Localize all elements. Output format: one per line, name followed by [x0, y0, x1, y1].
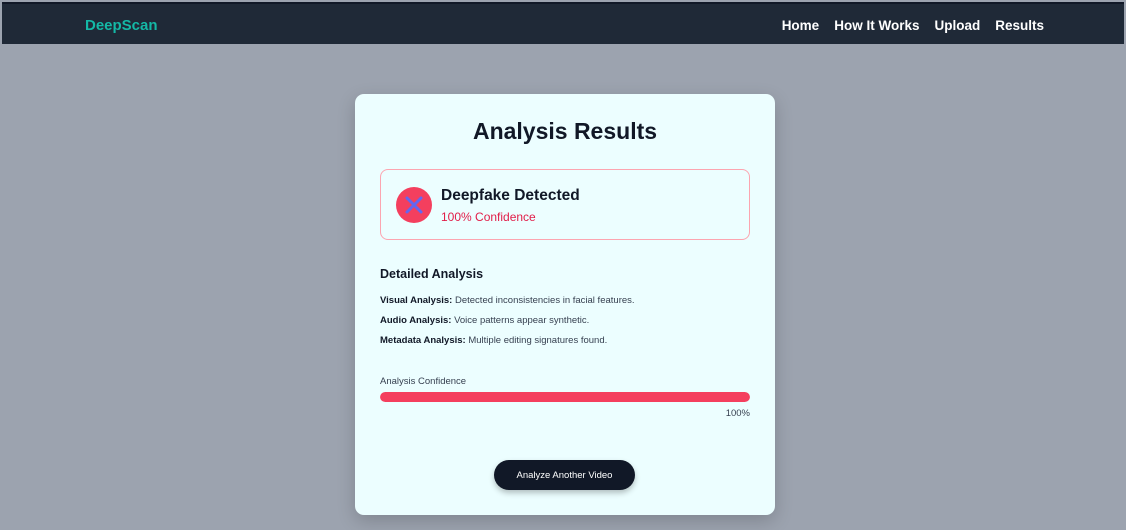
nav-link-home[interactable]: Home — [782, 18, 820, 33]
nav-link-results[interactable]: Results — [995, 18, 1044, 33]
detail-text: Detected inconsistencies in facial featu… — [454, 295, 635, 306]
x-icon — [396, 187, 432, 223]
result-confidence: 100% Confidence — [441, 210, 536, 224]
detail-label: Audio Analysis: — [380, 315, 452, 326]
nav-link-how-it-works[interactable]: How It Works — [834, 18, 919, 33]
result-title: Deepfake Detected — [441, 187, 580, 204]
results-card: Analysis Results Deepfake Detected 100% … — [355, 94, 775, 515]
analyze-another-video-button[interactable]: Analyze Another Video — [494, 460, 635, 490]
navbar: DeepScan Home How It Works Upload Result… — [2, 2, 1124, 44]
detail-row-audio: Audio Analysis: Voice patterns appear sy… — [380, 315, 589, 326]
page-title: Analysis Results — [472, 118, 658, 144]
detail-row-metadata: Metadata Analysis: Multiple editing sign… — [380, 335, 607, 346]
detail-label: Metadata Analysis: — [380, 335, 466, 346]
detail-text: Voice patterns appear synthetic. — [454, 315, 590, 326]
detailed-analysis-title: Detailed Analysis — [380, 267, 484, 281]
detail-label: Visual Analysis: — [380, 295, 453, 306]
brand-logo[interactable]: DeepScan — [85, 17, 158, 34]
confidence-value: 100% — [725, 408, 750, 419]
nav-links: Home How It Works Upload Results — [782, 18, 1044, 33]
confidence-label: Analysis Confidence — [380, 376, 467, 387]
nav-link-upload[interactable]: Upload — [934, 18, 980, 33]
detection-result-box: Deepfake Detected 100% Confidence — [380, 169, 750, 240]
confidence-progress-fill — [380, 392, 750, 402]
detail-text: Multiple editing signatures found. — [468, 335, 608, 346]
detail-row-visual: Visual Analysis: Detected inconsistencie… — [380, 295, 635, 306]
confidence-progress-bar — [380, 392, 750, 402]
